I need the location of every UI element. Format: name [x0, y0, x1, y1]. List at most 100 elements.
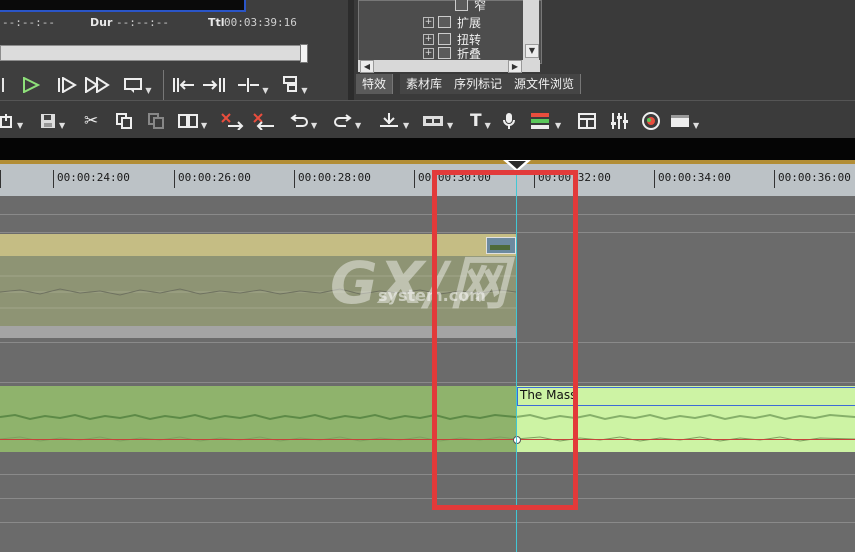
- layout-icon: [671, 115, 689, 127]
- step-forward-button[interactable]: [54, 70, 80, 100]
- tree-item[interactable]: + 折叠: [423, 47, 481, 59]
- player-scrub-bar[interactable]: [0, 45, 307, 61]
- scroll-right-icon[interactable]: ▶: [508, 60, 522, 73]
- effects-tree: 窄 + 扩展 + 扭转 + 折叠: [358, 0, 542, 64]
- volume-rubber-band[interactable]: [0, 439, 855, 440]
- microphone-icon: [503, 113, 515, 129]
- vectorscope-button[interactable]: [642, 110, 660, 132]
- cut-button[interactable]: ✂: [84, 110, 98, 132]
- loop-icon: [124, 78, 143, 93]
- tab-source-browser[interactable]: 源文件浏览: [508, 74, 582, 94]
- delete-icon: [221, 113, 244, 130]
- ruler-tick-label: 00:00:26:00: [178, 171, 251, 184]
- ruler-tick: [53, 170, 54, 188]
- ruler-tick-label: 00:00:36:00: [778, 171, 851, 184]
- expand-icon[interactable]: +: [423, 16, 434, 28]
- chevron-down-icon: ▼: [555, 121, 562, 130]
- ripple-delete-button[interactable]: [252, 110, 276, 132]
- tree-item[interactable]: + 扭转: [423, 31, 481, 47]
- tree-item-label: 窄: [474, 0, 487, 13]
- step-forward-icon: [58, 77, 77, 93]
- layout-button[interactable]: ▼: [670, 110, 699, 132]
- delete-button[interactable]: [220, 110, 244, 132]
- set-out-button[interactable]: [200, 70, 228, 100]
- prev-frame-button[interactable]: [0, 70, 8, 100]
- color-correction-icon: [531, 113, 549, 129]
- chevron-down-icon: ▼: [403, 121, 410, 130]
- chevron-down-icon: ▼: [17, 121, 24, 130]
- voiceover-button[interactable]: [502, 110, 516, 132]
- chevron-down-icon: ▼: [201, 121, 208, 130]
- chevron-down-icon: ▼: [262, 85, 269, 95]
- chevron-down-icon: ▼: [311, 121, 318, 130]
- redo-icon: [334, 114, 352, 127]
- play-button[interactable]: [18, 70, 44, 100]
- tree-item-label: 折叠: [457, 47, 482, 59]
- tree-horizontal-scrollbar[interactable]: ◀ ▶: [358, 60, 540, 73]
- track-divider: [0, 522, 855, 523]
- chevron-down-icon: ▼: [301, 85, 308, 95]
- track-divider: [0, 232, 855, 233]
- fast-forward-icon: [85, 77, 110, 93]
- multicam-button[interactable]: [578, 110, 596, 132]
- overwrite-icon: [283, 76, 298, 92]
- transition-button[interactable]: ▼: [422, 110, 453, 132]
- title-icon: T: [470, 111, 482, 131]
- ruler-tick: [174, 170, 175, 188]
- scroll-down-icon[interactable]: ▼: [525, 44, 539, 58]
- tree-item-label: 扩展: [457, 15, 482, 30]
- tab-effects[interactable]: 特效: [356, 74, 394, 94]
- overwrite-button[interactable]: ▼: [280, 70, 310, 100]
- ttl-timecode: 00:03:39:16: [224, 16, 297, 29]
- ruler-tick: [294, 170, 295, 188]
- transport-controls: ▼ ▼ ▼: [0, 70, 348, 100]
- save-button[interactable]: ▼: [40, 110, 65, 132]
- transition-icon: [423, 116, 443, 126]
- add-cut-button[interactable]: ▼: [378, 110, 409, 132]
- set-in-button[interactable]: [170, 70, 198, 100]
- loop-button[interactable]: ▼: [118, 70, 158, 100]
- scrub-handle[interactable]: [300, 44, 308, 63]
- expand-icon[interactable]: +: [423, 47, 434, 59]
- ruler-tick-label: 00:00:24:00: [57, 171, 130, 184]
- add-cut-icon: [380, 113, 398, 127]
- ruler-tick: [0, 170, 1, 188]
- playhead-handle-inner: [508, 161, 526, 169]
- divider: [163, 70, 164, 100]
- paste-icon: [148, 113, 164, 129]
- effects-tabs: 特效 素材库 序列标记 源文件浏览: [354, 74, 855, 96]
- color-button[interactable]: ▼: [530, 110, 561, 132]
- undo-icon: [290, 114, 308, 127]
- redo-button[interactable]: ▼: [334, 110, 361, 132]
- folder-icon: [438, 16, 451, 28]
- title-button[interactable]: T ▼: [470, 110, 491, 132]
- save-icon: [41, 114, 55, 128]
- tree-item[interactable]: + 扩展: [423, 14, 481, 30]
- track-divider: [0, 214, 855, 215]
- mixer-button[interactable]: [610, 110, 628, 132]
- tab-library[interactable]: 素材库: [400, 74, 450, 94]
- paste-button[interactable]: [148, 110, 164, 132]
- tree-item[interactable]: 窄: [455, 0, 486, 13]
- copy-button[interactable]: [116, 110, 132, 132]
- chevron-down-icon: ▼: [447, 121, 454, 130]
- clip-mode-button[interactable]: ▼: [178, 110, 207, 132]
- track-divider: [0, 498, 855, 499]
- track-divider: [0, 342, 855, 343]
- clip-mode-icon: [178, 114, 198, 128]
- export-button[interactable]: ▼: [0, 110, 23, 132]
- scroll-left-icon[interactable]: ◀: [360, 60, 374, 73]
- dur-timecode: --:--:--: [116, 16, 169, 29]
- expand-icon[interactable]: +: [423, 33, 434, 45]
- timecode-bar: --:--:-- Dur --:--:-- Ttl 00:03:39:16: [0, 14, 348, 32]
- undo-button[interactable]: ▼: [290, 110, 317, 132]
- insert-button[interactable]: ▼: [232, 70, 274, 100]
- dur-label: Dur: [90, 16, 113, 29]
- folder-icon: [455, 0, 468, 11]
- chevron-down-icon: ▼: [693, 121, 700, 130]
- timeline-toolbar: ▼ ▼ ✂ ▼ ▼ ▼ ▼ ▼ T ▼ ▼ ▼: [0, 100, 855, 139]
- copy-icon: [116, 113, 132, 129]
- fast-forward-button[interactable]: [84, 70, 112, 100]
- scissors-icon: ✂: [84, 111, 99, 131]
- tab-sequence-markers[interactable]: 序列标记: [448, 74, 510, 94]
